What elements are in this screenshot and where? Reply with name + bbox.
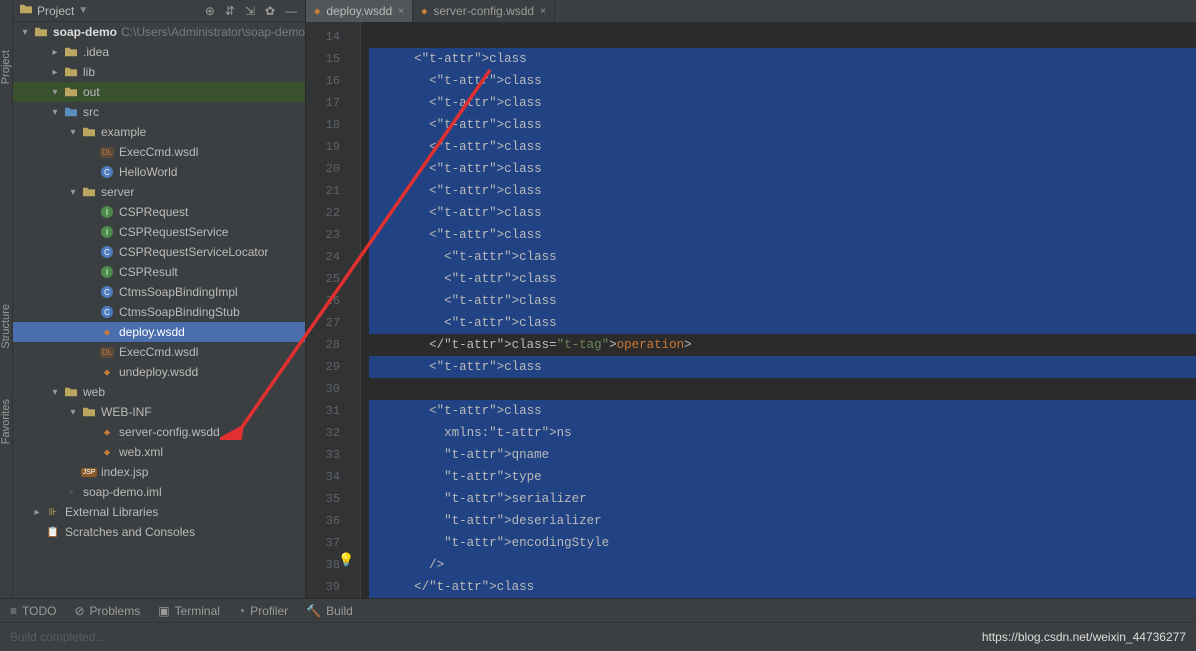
rail-project[interactable]: Project [0, 50, 12, 84]
tree-item[interactable]: CCtmsSoapBindingStub [13, 302, 305, 322]
project-sidebar: Project ▼ ⊕ ⇵ ⇲ ✿ — ▾soap-demoC:\Users\A… [13, 0, 306, 651]
tool-hide[interactable]: — [285, 4, 297, 18]
line-gutter: 1415161718192021222324252627282930313233… [306, 22, 361, 629]
tab-deploy.wsdd[interactable]: ⬥deploy.wsdd× [306, 0, 413, 22]
tool-target[interactable]: ⊕ [205, 4, 215, 18]
tree-item[interactable]: CCtmsSoapBindingImpl [13, 282, 305, 302]
tree-item[interactable]: ICSPRequestService [13, 222, 305, 242]
code-content[interactable]: <"t-attr">class="t-tag">service "t-attr"… [361, 22, 1196, 629]
tree-item[interactable]: ▸.idea [13, 42, 305, 62]
close-icon[interactable]: × [398, 6, 404, 17]
tree-item[interactable]: ▾web [13, 382, 305, 402]
intention-bulb-icon[interactable]: 💡 [338, 552, 354, 568]
status-bar: Build completed... https://blog.csdn.net… [0, 622, 1196, 651]
tree-item[interactable]: ▫soap-demo.iml [13, 482, 305, 502]
tree-item[interactable]: ▾WEB-INF [13, 402, 305, 422]
project-tree[interactable]: ▾soap-demoC:\Users\Administrator\soap-de… [13, 22, 305, 651]
sidebar-toolbar: ⊕ ⇵ ⇲ ✿ — [205, 4, 305, 18]
tree-item[interactable]: ▾src [13, 102, 305, 122]
tree-item[interactable]: ICSPRequest [13, 202, 305, 222]
close-icon[interactable]: × [540, 6, 546, 17]
tool-profiler[interactable]: ◔Profiler [238, 604, 288, 618]
tree-item[interactable]: ▾example [13, 122, 305, 142]
tool-settings[interactable]: ✿ [265, 4, 275, 18]
tree-item[interactable]: ⬥server-config.wsdd [13, 422, 305, 442]
tree-item[interactable]: ▾out [13, 82, 305, 102]
tree-item[interactable]: CCSPRequestServiceLocator [13, 242, 305, 262]
tree-item[interactable]: CHelloWorld [13, 162, 305, 182]
tool-rail: Project Structure Favorites [0, 0, 13, 651]
tool-build[interactable]: 🔨Build [306, 604, 353, 618]
tree-item[interactable]: ⬥web.xml [13, 442, 305, 462]
tool-todo[interactable]: ≡TODO [10, 604, 56, 618]
chevron-down-icon[interactable]: ▼ [78, 5, 88, 16]
watermark-url: https://blog.csdn.net/weixin_44736277 [982, 630, 1186, 644]
tree-item[interactable]: ▾server [13, 182, 305, 202]
tree-item[interactable]: ICSPResult [13, 262, 305, 282]
rail-favorites[interactable]: Favorites [0, 399, 12, 444]
tree-item[interactable]: ⬥undeploy.wsdd [13, 362, 305, 382]
bottom-toolbar: ≡TODO ⊘Problems ▣Terminal ◔Profiler 🔨Build [0, 598, 1196, 622]
rail-structure[interactable]: Structure [0, 304, 12, 349]
sidebar-title: Project [37, 4, 74, 18]
tool-expand[interactable]: ⇵ [225, 4, 235, 18]
tree-item[interactable]: 📋Scratches and Consoles [13, 522, 305, 542]
sidebar-header: Project ▼ ⊕ ⇵ ⇲ ✿ — [13, 0, 305, 22]
editor: ⬥deploy.wsdd×⬥server-config.wsdd× 141516… [306, 0, 1196, 651]
tree-item[interactable]: JSPindex.jsp [13, 462, 305, 482]
tool-problems[interactable]: ⊘Problems [74, 604, 140, 618]
editor-tabs: ⬥deploy.wsdd×⬥server-config.wsdd× [306, 0, 1196, 22]
tab-server-config.wsdd[interactable]: ⬥server-config.wsdd× [413, 0, 555, 22]
tree-item[interactable]: ▸lib [13, 62, 305, 82]
status-text: Build completed... [10, 630, 105, 644]
tree-root[interactable]: ▾soap-demoC:\Users\Administrator\soap-de… [13, 22, 305, 42]
tool-terminal[interactable]: ▣Terminal [158, 604, 220, 618]
tool-collapse[interactable]: ⇲ [245, 4, 255, 18]
tree-item[interactable]: ⬥deploy.wsdd [13, 322, 305, 342]
tree-item[interactable]: DLExecCmd.wsdl [13, 342, 305, 362]
folder-icon [19, 3, 33, 18]
tree-item[interactable]: ▸⊪External Libraries [13, 502, 305, 522]
tree-item[interactable]: DLExecCmd.wsdl [13, 142, 305, 162]
